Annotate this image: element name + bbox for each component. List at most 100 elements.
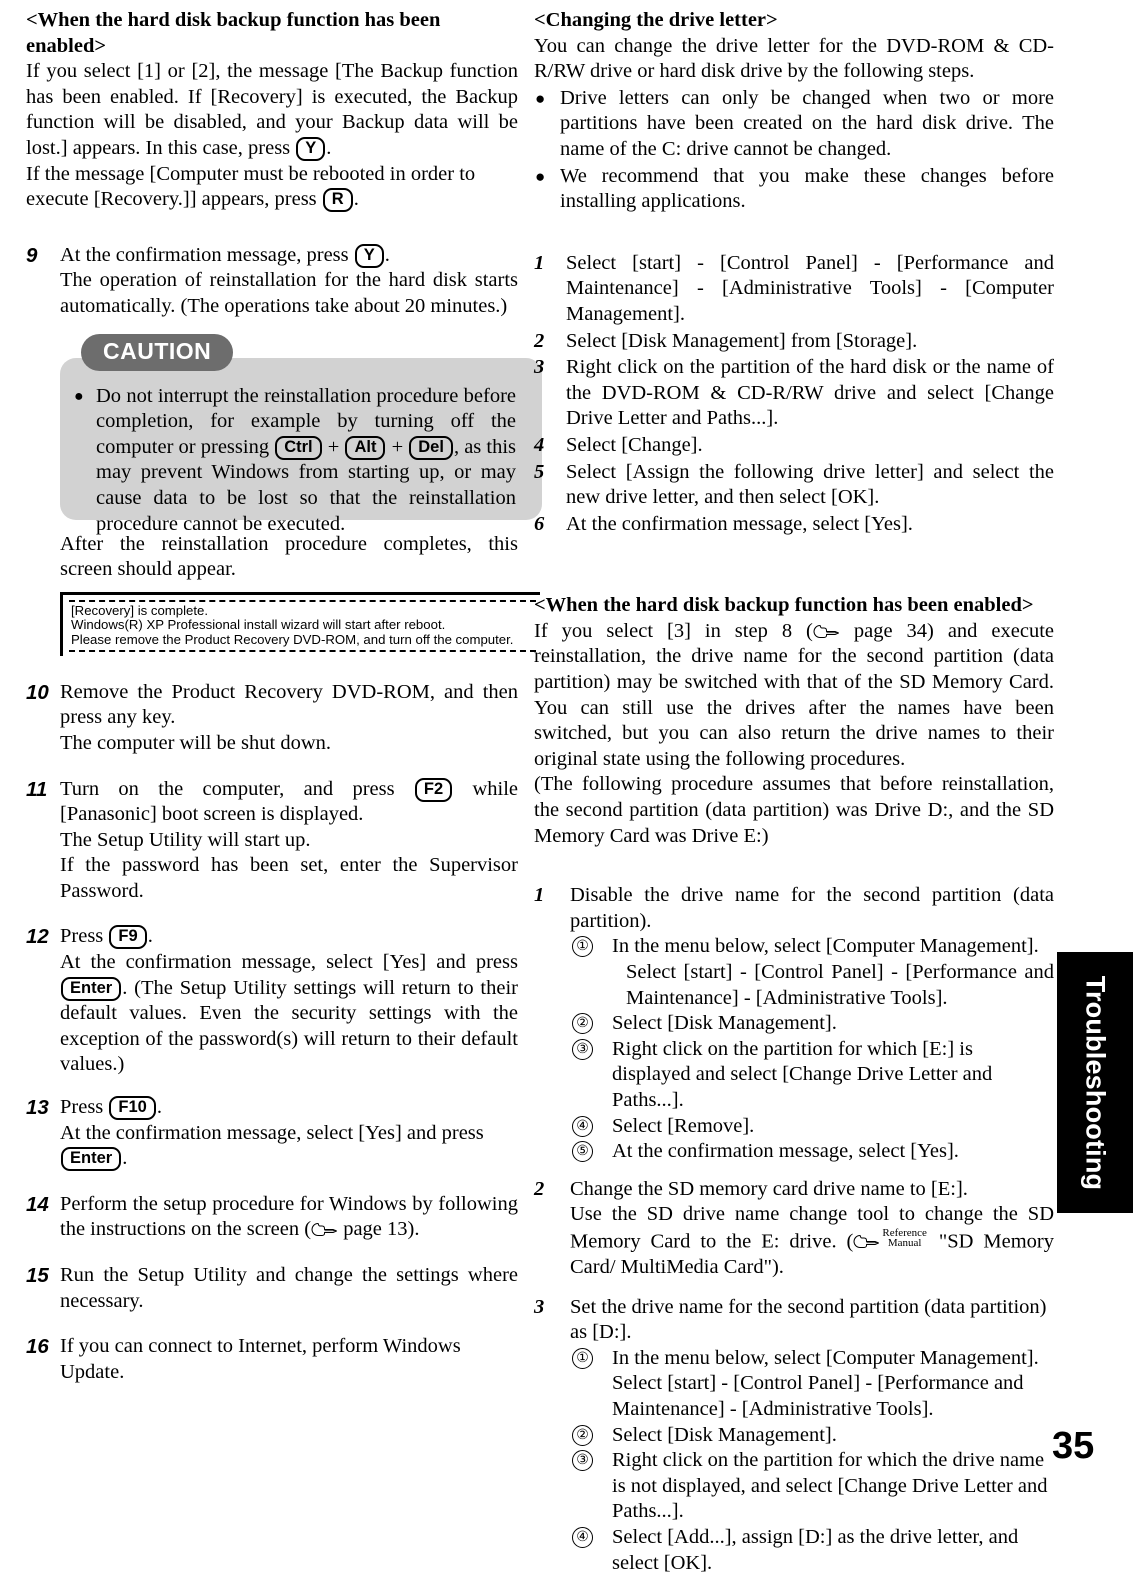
step-15-number: 15 bbox=[26, 1264, 49, 1287]
caution-text: ● Do not interrupt the reinstallation pro… bbox=[74, 384, 516, 538]
after-caution-text: After the reinstallation procedure compl… bbox=[60, 532, 518, 581]
step-13-text-b: . bbox=[156, 1096, 162, 1119]
circled-number-2: ② bbox=[572, 1013, 593, 1035]
restore-step-1-number: 1 bbox=[534, 884, 545, 907]
step-14-line-1: Perform the setup procedure for Windows … bbox=[60, 1192, 518, 1243]
restore-step-3-substep-3-text: Right click on the partition for which t… bbox=[612, 1449, 1048, 1523]
bullet-dot-icon-1: ● bbox=[535, 88, 546, 108]
restore-step-1-substep-3-text: Right click on the partition for which [… bbox=[612, 1037, 993, 1111]
restore-step-3-substep-1: ① In the menu below, select [Computer Ma… bbox=[570, 1346, 1054, 1423]
left-heading-backup-enabled: <When the hard disk backup function has … bbox=[26, 9, 441, 57]
step-9-line-2: The operation of reinstallation for the … bbox=[60, 269, 518, 317]
restore-step-3-substep-3: ③ Right click on the partition for which… bbox=[570, 1448, 1054, 1525]
drive-step-2: 2 Select [Disk Management] from [Storage… bbox=[534, 329, 1054, 355]
step-9-text-a: At the confirmation message, press bbox=[60, 243, 354, 266]
right-bullet-2: ● We recommend that you make these chang… bbox=[534, 164, 1054, 215]
caution-box: CAUTION ● Do not interrupt the reinstalla… bbox=[60, 333, 542, 535]
restore-step-3-substep-1-subtext: Select [start] - [Control Panel] - [Perf… bbox=[612, 1372, 1024, 1420]
right-bullet-1-text: Drive letters can only be changed when t… bbox=[560, 86, 1054, 160]
circled-number-2-b: ② bbox=[572, 1424, 593, 1446]
bullet-dot-icon-2: ● bbox=[535, 166, 546, 186]
step-11: 11 Turn on the computer, and press F2 wh… bbox=[26, 777, 518, 905]
step-9-text-b: . bbox=[384, 243, 390, 266]
step-11-line-2: The Setup Utility will start up. bbox=[60, 828, 311, 851]
step-14: 14 Perform the setup procedure for Windo… bbox=[26, 1192, 518, 1243]
caution-plus-1: + bbox=[322, 435, 345, 458]
restore-step-3-substep-2: ② Select [Disk Management]. bbox=[570, 1423, 1054, 1449]
recovery-screen-box: [Recovery] is complete. Windows(R) XP Pr… bbox=[60, 591, 540, 656]
caution-badge: CAUTION bbox=[81, 333, 234, 371]
right-backup-p1-text-a: If you select [3] in step bbox=[534, 619, 782, 642]
right-backup-p1-text-b: ( bbox=[792, 619, 813, 642]
key-y: Y bbox=[296, 136, 326, 161]
step-13-line-3: Enter. bbox=[60, 1146, 518, 1172]
step-11-line-3: If the password has been set, enter the … bbox=[60, 854, 518, 902]
step-15-line-1: Run the Setup Utility and change the set… bbox=[60, 1264, 518, 1312]
step-13-text-c: At the confirmation message, select [Yes… bbox=[60, 1121, 484, 1144]
manual-page: <When the hard disk backup function has … bbox=[0, 0, 1133, 1574]
circled-number-3-b: ③ bbox=[572, 1450, 593, 1472]
drive-step-1-text: Select [start] - [Control Panel] - [Perf… bbox=[566, 251, 1054, 325]
step-11-number: 11 bbox=[26, 777, 48, 801]
drive-step-3-text: Right click on the partition of the hard… bbox=[566, 356, 1054, 430]
right-bullet-1: ● Drive letters can only be changed when… bbox=[534, 86, 1054, 163]
left-backup-p1-text-b: . bbox=[326, 136, 332, 159]
restore-step-1-substep-2: ② Select [Disk Management]. bbox=[570, 1011, 1054, 1037]
restore-step-3: 3 Set the drive name for the second part… bbox=[534, 1295, 1054, 1576]
step-10-line-1: Remove the Product Recovery DVD-ROM, and… bbox=[60, 680, 518, 729]
step-13-line-2: At the confirmation message, select [Yes… bbox=[60, 1121, 518, 1147]
caution-plus-2: + bbox=[386, 435, 409, 458]
key-alt: Alt bbox=[345, 435, 386, 460]
circled-number-3: ③ bbox=[572, 1038, 593, 1060]
key-enter-step12: Enter bbox=[61, 976, 122, 1001]
step-13-number: 13 bbox=[26, 1096, 49, 1120]
restore-step-3-substep-4-text: Select [Add...], assign [D:] as the driv… bbox=[612, 1525, 1019, 1574]
restore-step-1-text: Disable the drive name for the second pa… bbox=[570, 884, 1054, 932]
key-f2: F2 bbox=[414, 777, 453, 802]
left-backup-paragraph-2: If the message [Computer must be reboote… bbox=[26, 162, 518, 213]
restore-step-1: 1 Disable the drive name for the second … bbox=[534, 883, 1054, 1165]
drive-step-6: 6 At the confirmation message, select [Y… bbox=[534, 512, 1054, 538]
circled-number-4-b: ④ bbox=[572, 1526, 593, 1548]
step-14-text-b: page 13). bbox=[338, 1218, 420, 1241]
step-10-line-2: The computer will be shut down. bbox=[60, 731, 332, 754]
drive-step-1-number: 1 bbox=[534, 251, 545, 274]
step-16-number: 16 bbox=[26, 1335, 49, 1359]
step-11-line-1: Turn on the computer, and press F2 while… bbox=[60, 777, 518, 828]
reference-manual-label: Reference Manual bbox=[882, 1228, 927, 1249]
drive-step-2-number: 2 bbox=[534, 329, 545, 352]
right-backup-p1-text-c: page 34) and execute reinstallation, the… bbox=[534, 619, 1054, 770]
restore-step-1-substep-1-subtext: Select [start] - [Control Panel] - [Perf… bbox=[626, 961, 1054, 1009]
right-bullet-2-text: We recommend that you make these changes… bbox=[560, 164, 1054, 213]
right-change-drive-intro: You can change the drive letter for the … bbox=[534, 34, 1054, 83]
section-tab-troubleshooting: Troubleshooting bbox=[1057, 952, 1133, 1213]
right-backup-paragraph-2: (The following procedure assumes that be… bbox=[534, 773, 1054, 847]
restore-step-1-substep-4-text: Select [Remove]. bbox=[612, 1114, 755, 1137]
drive-step-2-text: Select [Disk Management] from [Storage]. bbox=[566, 329, 918, 352]
step-10: 10 Remove the Product Recovery DVD-ROM, … bbox=[26, 680, 518, 757]
left-backup-p2-text-b: . bbox=[353, 188, 359, 211]
restore-step-1-substep-1: ① In the menu below, select [Computer Ma… bbox=[570, 934, 1054, 1011]
caution-bullet-icon: ● bbox=[74, 387, 84, 405]
right-backup-p1-step-ref: 8 bbox=[781, 619, 793, 642]
step-9-line-1: At the confirmation message, press Y. bbox=[60, 243, 518, 269]
key-r: R bbox=[322, 188, 353, 213]
restore-step-2: 2 Change the SD memory card drive name t… bbox=[534, 1177, 1054, 1281]
drive-step-6-number: 6 bbox=[534, 512, 545, 535]
pointing-hand-icon-reference bbox=[853, 1231, 880, 1249]
step-13: 13 Press F10. At the confirmation messag… bbox=[26, 1095, 518, 1172]
circled-number-1-b: ① bbox=[572, 1347, 593, 1369]
step-12-text-a: Press bbox=[60, 925, 109, 948]
restore-step-1-substep-3: ③ Right click on the partition for which… bbox=[570, 1037, 1054, 1114]
circled-number-4: ④ bbox=[572, 1115, 593, 1137]
restore-step-1-substep-5-text: At the confirmation message, select [Yes… bbox=[612, 1140, 959, 1163]
step-9: 9 At the confirmation message, press Y. … bbox=[26, 243, 542, 656]
restore-step-2-detail: Use the SD drive name change tool to cha… bbox=[570, 1202, 1054, 1280]
step-12-text-d: . (The Setup Utility settings will retur… bbox=[60, 976, 518, 1076]
key-f9: F9 bbox=[109, 925, 147, 950]
circled-number-5: ⑤ bbox=[572, 1141, 593, 1163]
left-backup-p1-text-a: If you select [1] or [2], the message [T… bbox=[26, 60, 518, 159]
screen-box-line-3: Please remove the Product Recovery DVD-R… bbox=[71, 631, 514, 647]
